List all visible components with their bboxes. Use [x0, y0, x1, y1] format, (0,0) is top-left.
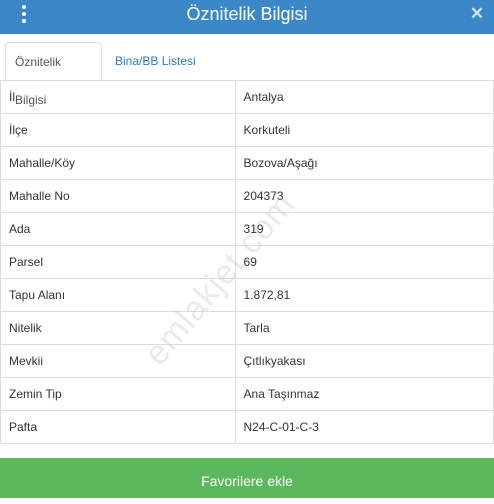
attribute-value: Korkuteli: [234, 113, 494, 147]
attribute-key: Mevkii: [0, 344, 236, 378]
attribute-key: Mahalle/Köy: [0, 146, 236, 180]
table-row: İl Antalya: [0, 80, 494, 114]
table-row: Pafta N24-C-01-C-3: [0, 410, 494, 444]
table-row: Mahalle No 204373: [0, 179, 494, 213]
table-row: Parsel 69: [0, 245, 494, 279]
attribute-key: Mahalle No: [0, 179, 236, 213]
attribute-value: 204373: [234, 179, 494, 213]
attribute-key: İl: [0, 80, 236, 114]
close-icon[interactable]: ✕: [466, 2, 488, 26]
attribute-value: Bozova/Aşağı: [234, 146, 494, 180]
attribute-value: Antalya: [234, 80, 494, 114]
attribute-table: İl Antalya İlçe Korkuteli Mahalle/Köy Bo…: [0, 80, 494, 444]
attribute-key: Nitelik: [0, 311, 236, 345]
table-row: Tapu Alanı 1.872,81: [0, 278, 494, 312]
tab-oznitelik-bilgisi[interactable]: Öznitelik Bilgisi: [5, 42, 102, 107]
attribute-key: Zemin Tip: [0, 377, 236, 411]
attribute-value: Tarla: [234, 311, 494, 345]
attribute-key: İlçe: [0, 113, 236, 147]
add-to-favorites-button[interactable]: Favorilere ekle: [0, 458, 494, 498]
attribute-key: Ada: [0, 212, 236, 246]
tab-bar: Öznitelik Bilgisi Bina/BB Listesi: [0, 34, 494, 107]
attribute-value: 319: [234, 212, 494, 246]
attribute-value: Çıtlıkyakası: [234, 344, 494, 378]
attribute-value: N24-C-01-C-3: [234, 410, 494, 444]
panel-header: Öznitelik Bilgisi ✕: [0, 0, 494, 34]
panel-title: Öznitelik Bilgisi: [186, 4, 308, 24]
table-row: Ada 319: [0, 212, 494, 246]
table-row: İlçe Korkuteli: [0, 113, 494, 147]
attribute-value: Ana Taşınmaz: [234, 377, 494, 411]
table-row: Nitelik Tarla: [0, 311, 494, 345]
attribute-value: 1.872,81: [234, 278, 494, 312]
table-row: Mahalle/Köy Bozova/Aşağı: [0, 146, 494, 180]
table-row: Mevkii Çıtlıkyakası: [0, 344, 494, 378]
attribute-value: 69: [234, 245, 494, 279]
attribute-key: Tapu Alanı: [0, 278, 236, 312]
attribute-key: Pafta: [0, 410, 236, 444]
table-row: Zemin Tip Ana Taşınmaz: [0, 377, 494, 411]
tab-bina-bb-listesi[interactable]: Bina/BB Listesi: [106, 42, 216, 80]
attribute-key: Parsel: [0, 245, 236, 279]
